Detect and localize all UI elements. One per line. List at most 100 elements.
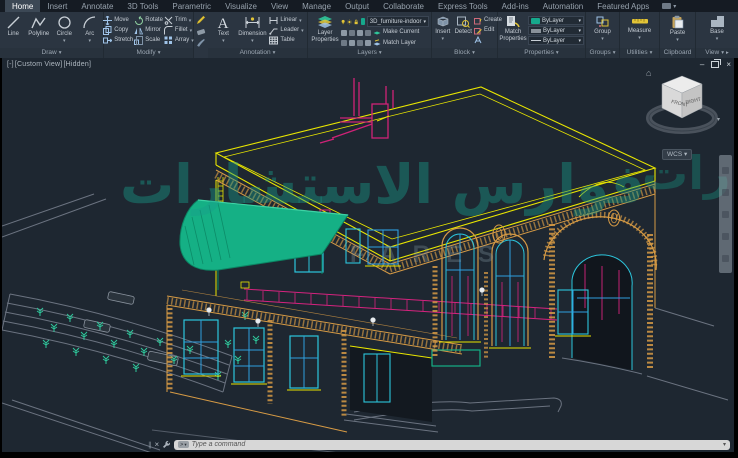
panel-label-clipboard[interactable]: Clipboard <box>660 48 695 58</box>
chevron-down-icon: ▾ <box>673 3 676 10</box>
navigation-bar[interactable] <box>719 155 732 273</box>
line-icon <box>6 15 21 30</box>
fillet-button[interactable]: Fillet▾ <box>164 26 194 35</box>
polyline-button[interactable]: Polyline <box>27 13 52 48</box>
create-block-button[interactable]: Create <box>474 16 496 25</box>
line-button[interactable]: Line <box>1 13 26 48</box>
block-attributes-icon[interactable] <box>474 36 482 44</box>
move-icon <box>103 16 112 25</box>
trim-icon <box>164 16 173 25</box>
tab-home[interactable]: Home <box>5 0 40 12</box>
tab-express-tools[interactable]: Express Tools <box>431 0 495 12</box>
panel-label-view[interactable]: View▾▸ <box>696 48 738 58</box>
sun-icon[interactable] <box>347 18 352 26</box>
viewport-visual-style-control[interactable]: [Hidden] <box>63 61 91 68</box>
measure-button[interactable]: Measure ▾ <box>625 13 655 48</box>
viewcube-menu-icon[interactable]: ▾ <box>717 116 720 123</box>
tab-annotate[interactable]: Annotate <box>74 0 120 12</box>
panel-label-groups[interactable]: Groups▾ <box>586 48 619 58</box>
panel-label-annotation[interactable]: Annotation▾ <box>208 48 307 58</box>
tab-visualize[interactable]: Visualize <box>218 0 264 12</box>
panel-label-utilities[interactable]: Utilities▾ <box>620 48 659 58</box>
linetype-control[interactable]: ByLayer ▾ <box>528 36 584 45</box>
command-grip[interactable]: ∥ <box>148 441 152 449</box>
tab-view[interactable]: View <box>264 0 295 12</box>
command-close-icon[interactable]: × <box>155 441 160 449</box>
base-button[interactable]: Base ▾ <box>704 13 730 48</box>
circle-button[interactable]: Circle ▾ <box>52 13 77 48</box>
layer-properties-button[interactable]: Layer Properties <box>310 13 340 48</box>
chevron-down-icon: ▾ <box>567 28 581 34</box>
panel-label-layers[interactable]: Layers▾ <box>308 48 431 58</box>
viewcube-home-icon[interactable]: ⌂ <box>646 68 651 78</box>
panel-block: Insert ▾ Detect Create Edit Block▾ <box>432 12 498 58</box>
panel-label-properties[interactable]: Properties▾ <box>498 48 585 58</box>
panel-draw: Line Polyline Circle ▾ Arc ▾ Draw▾ <box>0 12 104 58</box>
pencil-icon[interactable] <box>196 15 206 25</box>
edit-block-button[interactable]: Edit <box>474 26 496 35</box>
eraser-icon[interactable] <box>196 27 206 37</box>
match-layer-button[interactable]: Match Layer <box>373 39 416 48</box>
scale-button[interactable]: Scale <box>134 36 163 45</box>
close-button[interactable]: × <box>726 60 731 69</box>
layer-dropdown[interactable]: 3D_furniture-indoor ▾ <box>367 16 429 27</box>
linear-button[interactable]: Linear▾ <box>269 16 303 25</box>
insert-button[interactable]: Insert ▾ <box>433 13 453 48</box>
rotate-button[interactable]: Rotate <box>134 16 163 25</box>
layer-color-swatch[interactable] <box>361 18 365 25</box>
leader-button[interactable]: Leader▾ <box>269 26 303 35</box>
panel-label-block[interactable]: Block▾ <box>432 48 497 58</box>
bulb-icon[interactable] <box>341 18 345 26</box>
mirror-button[interactable]: Mirror <box>134 26 163 35</box>
viewcube-graphic[interactable]: FRONT RIGHT <box>644 64 720 148</box>
panel-label-draw[interactable]: Draw▾ <box>0 48 103 58</box>
ribbon-display-toggle[interactable]: ▾ <box>662 0 676 12</box>
panel-label-modify[interactable]: Modify▾ <box>104 48 193 58</box>
entrance-gate <box>544 215 656 370</box>
tab-insert[interactable]: Insert <box>40 0 74 12</box>
command-prompt-icon[interactable]: >▾ <box>178 441 188 448</box>
tab-automation[interactable]: Automation <box>536 0 590 12</box>
panel-annotation: A Text ▾ Dimension ▾ Linear▾ Leader▾ <box>208 12 308 58</box>
brush-icon[interactable] <box>196 38 206 48</box>
match-properties-button[interactable]: Match Properties <box>499 13 527 48</box>
tab-collaborate[interactable]: Collaborate <box>376 0 431 12</box>
detect-button[interactable]: Detect <box>454 13 474 48</box>
viewport-view-control[interactable]: [Custom View] <box>15 61 63 68</box>
edit-block-icon <box>474 27 482 35</box>
make-current-icon <box>373 29 381 37</box>
dimension-button[interactable]: Dimension ▾ <box>236 13 268 48</box>
customize-wrench-icon[interactable] <box>162 440 171 449</box>
stretch-button[interactable]: Stretch <box>103 36 133 45</box>
command-input[interactable]: >▾ Type a command ▾ <box>174 440 730 450</box>
text-button[interactable]: A Text ▾ <box>211 13 235 48</box>
tab-output[interactable]: Output <box>338 0 376 12</box>
tab-parametric[interactable]: Parametric <box>165 0 218 12</box>
drawing-canvas[interactable]: فوارس الاستشارات فوارس الاستشارات FARES … <box>2 58 734 452</box>
tab-manage[interactable]: Manage <box>295 0 338 12</box>
lock-icon[interactable] <box>354 18 358 26</box>
table-button[interactable]: Table <box>269 36 303 45</box>
arc-button[interactable]: Arc ▾ <box>78 13 103 48</box>
viewport-menu-control[interactable]: [-] <box>7 61 14 68</box>
wcs-dropdown[interactable]: WCS ▾ <box>662 149 692 160</box>
leader-icon <box>269 26 278 35</box>
color-control[interactable]: ByLayer ▾ <box>528 16 584 25</box>
tab-featured-apps[interactable]: Featured Apps <box>590 0 656 12</box>
tab-add-ins[interactable]: Add-ins <box>495 0 536 12</box>
copy-button[interactable]: Copy <box>103 26 133 35</box>
array-button[interactable]: Array▾ <box>164 36 194 45</box>
tab-3d-tools[interactable]: 3D Tools <box>120 0 165 12</box>
lineweight-icon <box>531 29 541 33</box>
recent-commands-icon[interactable]: ▾ <box>723 441 726 448</box>
paste-button[interactable]: Paste ▾ <box>665 13 691 48</box>
make-current-button[interactable]: Make Current <box>373 28 419 37</box>
chevron-down-icon: ▾ <box>472 50 475 56</box>
group-button[interactable]: Group ▾ <box>591 13 615 48</box>
chevron-down-icon: ▾ <box>567 38 581 44</box>
trim-button[interactable]: Trim▾ <box>164 16 194 25</box>
move-button[interactable]: Move <box>103 16 133 25</box>
lineweight-control[interactable]: ByLayer ▾ <box>528 26 584 35</box>
layer-state-icons: 3D_furniture-indoor ▾ <box>341 16 429 27</box>
table-icon <box>269 36 278 45</box>
